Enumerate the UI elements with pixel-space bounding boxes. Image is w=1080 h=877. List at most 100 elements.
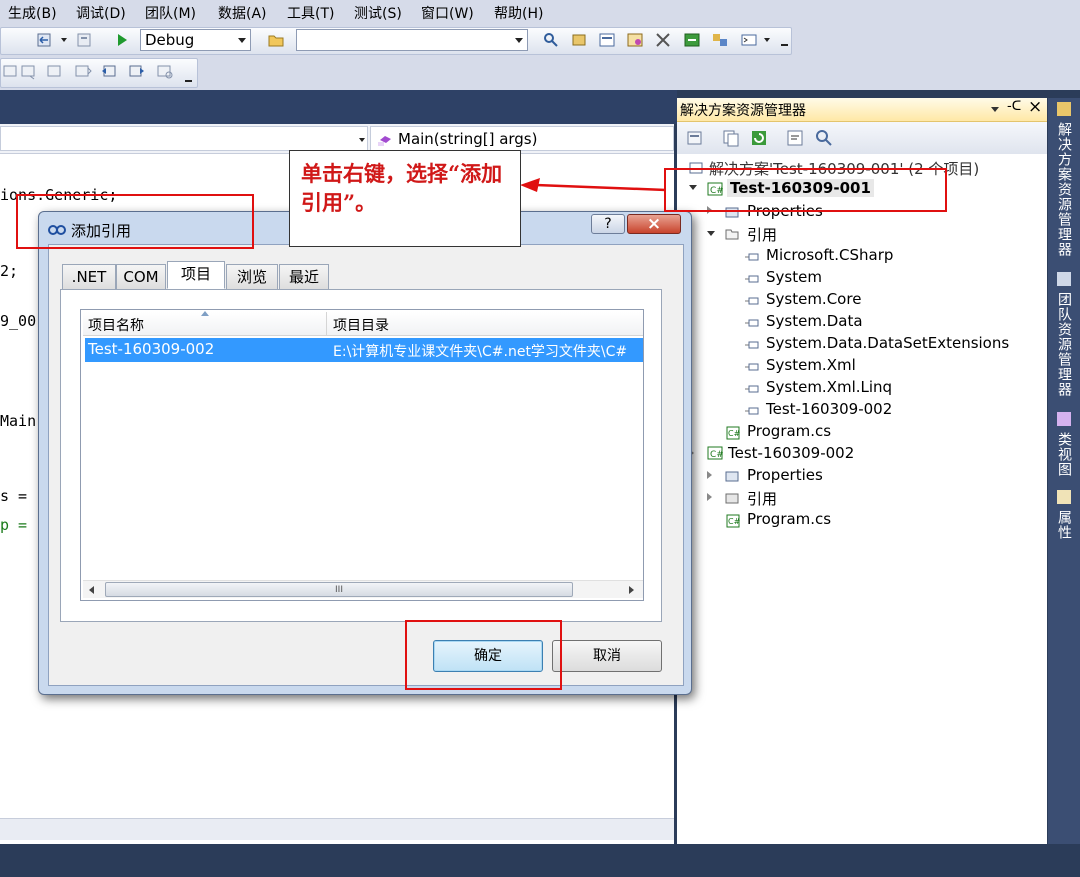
svg-text:C#: C# <box>710 450 723 460</box>
previous-bookmark-icon[interactable] <box>100 62 118 80</box>
side-tab-class-view[interactable]: 类视图 <box>1054 432 1074 477</box>
close-button[interactable]: × <box>627 214 681 234</box>
list-horizontal-scrollbar[interactable]: III <box>83 580 643 598</box>
bookmark-icon[interactable] <box>74 62 92 80</box>
tree-ref[interactable]: System.Data.DataSetExtensions <box>766 334 1009 352</box>
cancel-button[interactable]: 取消 <box>552 640 662 672</box>
tab-label: COM <box>123 268 159 286</box>
tree-project-2[interactable]: Test-160309-002 <box>728 444 854 462</box>
close-icon[interactable]: × <box>1028 97 1042 117</box>
menu-test[interactable]: 测试(S) <box>354 3 402 23</box>
close-icon: × <box>646 214 662 234</box>
side-tab-solution-explorer[interactable]: 解决方案资源管理器 <box>1054 122 1074 257</box>
uncomment-icon[interactable] <box>46 62 64 80</box>
refresh-icon[interactable] <box>750 129 768 147</box>
tab-label: 项目 <box>180 265 211 283</box>
member-dropdown[interactable]: Main(string[] args) <box>370 126 674 151</box>
object-browser-icon[interactable] <box>626 31 644 49</box>
tab-projects[interactable]: 项目 <box>167 261 225 289</box>
side-tab-team-explorer[interactable]: 团队资源管理器 <box>1054 292 1074 397</box>
code-line: p = <box>0 516 28 534</box>
tree-ref[interactable]: System.Data <box>766 312 863 330</box>
start-debug-icon[interactable] <box>113 31 131 49</box>
tree-ref[interactable]: Test-160309-002 <box>766 400 892 418</box>
solution-config-select[interactable]: Debug <box>140 29 251 51</box>
find-in-files-icon[interactable] <box>542 31 560 49</box>
command-window-icon[interactable] <box>740 31 758 49</box>
editor-horizontal-scrollbar[interactable] <box>0 818 674 840</box>
menu-debug[interactable]: 调试(D) <box>76 3 126 23</box>
solution-tree: 解决方案'Test-160309-001' (2 个项目) C# Test-16… <box>677 154 1047 844</box>
auto-hide-pin-icon[interactable]: -ᑕ <box>1007 99 1021 114</box>
code-line: Main <box>0 412 37 430</box>
view-class-diagram-icon[interactable] <box>814 128 834 148</box>
method-icon <box>378 136 391 146</box>
scroll-right-arrow-icon[interactable] <box>629 586 634 594</box>
menu-build[interactable]: 生成(B) <box>8 3 57 23</box>
scroll-thumb[interactable]: III <box>105 582 573 597</box>
view-code-icon[interactable] <box>786 129 804 147</box>
tab-com[interactable]: COM <box>116 264 166 289</box>
clear-bookmarks-icon[interactable] <box>156 62 174 80</box>
solution-config-value: Debug <box>145 31 195 49</box>
indent-icon[interactable] <box>2 62 20 80</box>
chevron-down-icon <box>515 38 523 43</box>
toolbar-overflow-icon[interactable] <box>185 72 192 82</box>
tab-label: 最近 <box>288 268 319 286</box>
column-header-label: 项目名称 <box>88 318 144 334</box>
reference-icon <box>745 297 759 305</box>
column-header-project-name[interactable]: 项目名称 <box>83 311 327 336</box>
type-dropdown[interactable] <box>0 126 368 151</box>
tree-ref[interactable]: System.Xml <box>766 356 856 374</box>
tree-references[interactable]: 引用 <box>747 224 777 245</box>
collapse-arrow-icon[interactable] <box>707 493 712 501</box>
menu-tools[interactable]: 工具(T) <box>287 3 334 23</box>
svg-text:C#: C# <box>728 517 740 526</box>
tree-references-2[interactable]: 引用 <box>747 488 777 509</box>
help-button[interactable]: ? <box>591 214 625 234</box>
show-all-files-icon[interactable] <box>722 129 740 147</box>
open-folder-icon[interactable] <box>267 31 285 49</box>
tree-program-cs-2[interactable]: Program.cs <box>747 510 831 528</box>
side-tab-properties[interactable]: 属性 <box>1054 510 1074 540</box>
next-bookmark-icon[interactable] <box>128 62 146 80</box>
toolbar-overflow-icon[interactable] <box>781 36 788 46</box>
solution-explorer-titlebar: 解决方案资源管理器 -ᑕ × <box>677 97 1047 122</box>
menu-help[interactable]: 帮助(H) <box>494 3 543 23</box>
csharp-file-icon: C# <box>726 514 740 528</box>
menu-data[interactable]: 数据(A) <box>218 3 267 23</box>
tree-ref[interactable]: System <box>766 268 822 286</box>
solution-explorer-icon[interactable] <box>570 31 588 49</box>
collapse-arrow-icon[interactable] <box>707 471 712 479</box>
table-row[interactable]: Test-160309-002 E:\计算机专业课文件夹\C#.net学习文件夹… <box>85 338 643 362</box>
tree-ref[interactable]: System.Core <box>766 290 861 308</box>
find-combo[interactable] <box>296 29 528 51</box>
menu-window[interactable]: 窗口(W) <box>421 3 474 23</box>
comment-icon[interactable] <box>20 62 38 80</box>
navigate-back-icon[interactable] <box>36 31 54 49</box>
tab-recent[interactable]: 最近 <box>279 264 329 289</box>
tree-program-cs[interactable]: Program.cs <box>747 422 831 440</box>
tab-browse[interactable]: 浏览 <box>226 264 278 289</box>
document-tab-well <box>0 90 677 124</box>
dropdown-arrow-icon[interactable] <box>764 38 770 42</box>
window-position-icon[interactable] <box>991 107 999 112</box>
dropdown-arrow-icon[interactable] <box>61 38 67 42</box>
properties-icon[interactable] <box>686 129 704 147</box>
column-header-project-dir[interactable]: 项目目录 <box>327 312 643 336</box>
navigate-forward-icon[interactable] <box>76 31 94 49</box>
tree-ref[interactable]: System.Xml.Linq <box>766 378 892 396</box>
tree-ref[interactable]: Microsoft.CSharp <box>766 246 893 264</box>
extension-manager-icon[interactable] <box>711 31 729 49</box>
text-editor-toolbar <box>0 56 1080 90</box>
tree-properties-2[interactable]: Properties <box>747 466 823 484</box>
properties-window-icon[interactable] <box>598 31 616 49</box>
tab-dotnet[interactable]: .NET <box>62 264 116 289</box>
scroll-left-arrow-icon[interactable] <box>89 586 94 594</box>
tab-label: .NET <box>71 268 107 286</box>
expand-arrow-icon[interactable] <box>707 231 715 236</box>
toolbox-icon[interactable] <box>654 31 672 49</box>
team-explorer-tab-icon <box>1057 272 1071 286</box>
start-page-icon[interactable] <box>683 31 701 49</box>
menu-team[interactable]: 团队(M) <box>145 3 196 23</box>
